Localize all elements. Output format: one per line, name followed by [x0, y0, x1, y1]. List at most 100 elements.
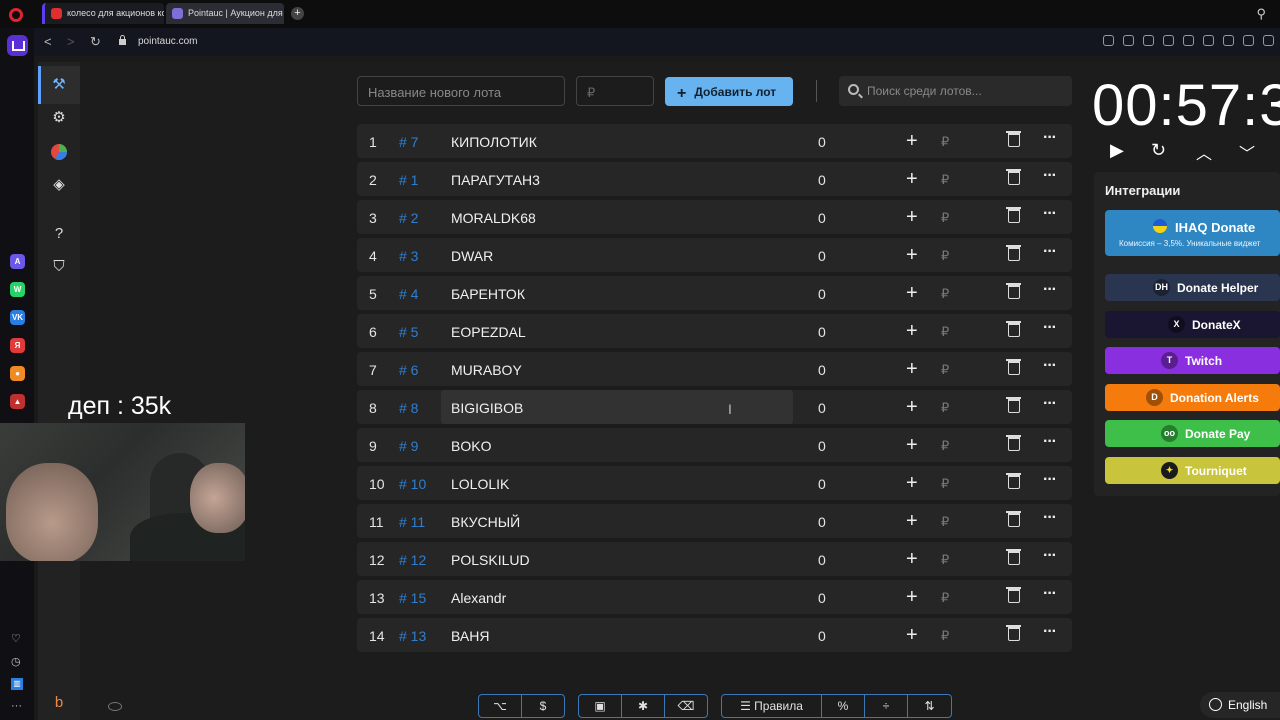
new-lot-name-input[interactable]: Название нового лота — [357, 76, 565, 106]
eye-icon[interactable] — [108, 702, 122, 711]
add-amount-plus-icon[interactable]: + — [906, 130, 918, 153]
more-menu-icon[interactable]: ··· — [1043, 509, 1057, 527]
heart-icon[interactable]: ♡ — [11, 632, 21, 645]
amount-input[interactable]: ₽ — [941, 286, 949, 302]
forward-icon[interactable]: > — [67, 34, 75, 49]
trash-icon[interactable] — [1006, 435, 1021, 451]
more-menu-icon[interactable]: ··· — [1043, 129, 1057, 147]
integration-button[interactable]: D Donation Alerts — [1105, 383, 1280, 411]
history-icon[interactable]: ◷ — [11, 655, 21, 668]
lot-name-cell[interactable]: POLSKILUD — [441, 542, 793, 576]
more-menu-icon[interactable]: ··· — [1043, 433, 1057, 451]
lot-row[interactable]: 1 # 7 КИПОЛОТИК 0 + ₽ ··· — [357, 124, 1072, 158]
lot-row[interactable]: 13 # 15 Alexandr 0 + ₽ ··· — [357, 580, 1072, 614]
lot-name-cell[interactable]: BIGIGIBOB — [441, 390, 793, 424]
lot-name-cell[interactable]: ВАНЯ — [441, 618, 793, 652]
new-lot-amount-input[interactable]: ₽ — [576, 76, 654, 106]
amount-input[interactable]: ₽ — [941, 514, 949, 530]
more-menu-icon[interactable]: ··· — [1043, 357, 1057, 375]
opera-logo-icon[interactable] — [9, 8, 23, 22]
lot-row[interactable]: 7 # 6 MURABOY 0 + ₽ ··· — [357, 352, 1072, 386]
browser-tab-wheel[interactable]: колесо для акционов ко — [42, 3, 164, 24]
lot-row[interactable]: 5 # 4 БАРЕНТОК 0 + ₽ ··· — [357, 276, 1072, 310]
add-amount-plus-icon[interactable]: + — [906, 434, 918, 457]
integration-button[interactable]: ✦ Tourniquet — [1105, 457, 1280, 484]
trash-icon[interactable] — [1006, 359, 1021, 375]
whatsapp-icon[interactable]: W — [10, 282, 25, 297]
ihaq-donate-button[interactable]: IHAQ Donate Комиссия – 3,5%. Уникальные … — [1105, 210, 1280, 256]
help-icon[interactable]: ? — [50, 225, 68, 243]
lot-row[interactable]: 8 # 8 BIGIGIBOB 0 + ₽ ··· — [357, 390, 1072, 424]
lot-row[interactable]: 2 # 1 ПАРАГУТАН3 0 + ₽ ··· — [357, 162, 1072, 196]
more-menu-icon[interactable]: ··· — [1043, 547, 1057, 565]
add-amount-plus-icon[interactable]: + — [906, 624, 918, 647]
reload-icon[interactable]: ↻ — [90, 34, 101, 50]
vk-icon[interactable]: VK — [10, 310, 25, 325]
amount-input[interactable]: ₽ — [941, 248, 949, 264]
lot-name-cell[interactable]: EOPEZDAL — [441, 314, 793, 348]
lot-name-cell[interactable]: LOLOLIK — [441, 466, 793, 500]
lot-name-cell[interactable]: MORALDK68 — [441, 200, 793, 234]
tab-search-icon[interactable]: ⚲ — [1256, 6, 1266, 22]
percent-button[interactable]: % — [822, 695, 865, 717]
menu-icon[interactable] — [1263, 35, 1274, 46]
add-amount-plus-icon[interactable]: + — [906, 358, 918, 381]
trash-icon[interactable] — [1006, 283, 1021, 299]
add-amount-plus-icon[interactable]: + — [906, 282, 918, 305]
integration-button[interactable]: oo Donate Pay — [1105, 420, 1280, 448]
amount-input[interactable]: ₽ — [941, 210, 949, 226]
amount-input[interactable]: ₽ — [941, 438, 949, 454]
lot-name-cell[interactable]: ВКУСНЫЙ — [441, 504, 793, 538]
lot-row[interactable]: 4 # 3 DWAR 0 + ₽ ··· — [357, 238, 1072, 272]
app-icon[interactable]: ▲ — [10, 394, 25, 409]
trash-icon[interactable] — [1006, 169, 1021, 185]
edit-icon[interactable] — [1103, 35, 1114, 46]
aria-icon[interactable]: A — [10, 254, 25, 269]
add-amount-plus-icon[interactable]: + — [906, 320, 918, 343]
save-icon[interactable]: ▣ — [579, 695, 622, 717]
amount-input[interactable]: ₽ — [941, 134, 949, 150]
trash-icon[interactable] — [1006, 473, 1021, 489]
add-amount-plus-icon[interactable]: + — [906, 244, 918, 267]
lot-row[interactable]: 11 # 11 ВКУСНЫЙ 0 + ₽ ··· — [357, 504, 1072, 538]
more-menu-icon[interactable]: ··· — [1043, 167, 1057, 185]
amount-input[interactable]: ₽ — [941, 628, 949, 644]
amount-input[interactable]: ₽ — [941, 590, 949, 606]
align-icon[interactable]: ÷ — [865, 695, 908, 717]
integration-button[interactable]: X DonateX — [1105, 310, 1280, 338]
lot-row[interactable]: 10 # 10 LOLOLIK 0 + ₽ ··· — [357, 466, 1072, 500]
integration-button[interactable]: T Twitch — [1105, 347, 1280, 375]
layers-icon[interactable]: ◈ — [50, 176, 68, 194]
url-text[interactable]: pointauc.com — [138, 36, 197, 47]
send-icon[interactable] — [1203, 35, 1214, 46]
add-lot-button[interactable]: + Добавить лот — [665, 77, 793, 106]
lot-row[interactable]: 14 # 13 ВАНЯ 0 + ₽ ··· — [357, 618, 1072, 652]
trash-icon[interactable] — [1006, 587, 1021, 603]
trash-icon[interactable] — [1006, 131, 1021, 147]
amount-input[interactable]: ₽ — [941, 476, 949, 492]
shield-icon[interactable] — [1143, 35, 1154, 46]
timer-down-icon[interactable]: ﹀ — [1239, 140, 1255, 164]
more-menu-icon[interactable]: ··· — [1043, 243, 1057, 261]
lot-search-input[interactable]: Поиск среди лотов... — [839, 76, 1072, 106]
add-amount-plus-icon[interactable]: + — [906, 396, 918, 419]
language-selector[interactable]: English — [1200, 692, 1280, 718]
extension-puzzle-icon[interactable] — [1163, 35, 1174, 46]
amount-input[interactable]: ₽ — [941, 172, 949, 188]
amount-input[interactable]: ₽ — [941, 324, 949, 340]
more-menu-icon[interactable]: ··· — [1043, 395, 1057, 413]
amount-input[interactable]: ₽ — [941, 552, 949, 568]
new-tab-button[interactable]: + — [291, 7, 304, 20]
lot-row[interactable]: 6 # 5 EOPEZDAL 0 + ₽ ··· — [357, 314, 1072, 348]
home-icon[interactable] — [7, 35, 28, 56]
back-icon[interactable]: < — [44, 34, 52, 49]
add-amount-plus-icon[interactable]: + — [906, 548, 918, 571]
github-icon[interactable]: ⌥ — [479, 695, 522, 717]
bug-icon[interactable]: ✱ — [622, 695, 665, 717]
amount-input[interactable]: ₽ — [941, 400, 949, 416]
settings-gear-icon[interactable]: ⚙ — [50, 109, 68, 127]
lot-row[interactable]: 9 # 9 BOKO 0 + ₽ ··· — [357, 428, 1072, 462]
add-amount-plus-icon[interactable]: + — [906, 510, 918, 533]
camera-icon[interactable] — [1123, 35, 1134, 46]
amount-input[interactable]: ₽ — [941, 362, 949, 378]
